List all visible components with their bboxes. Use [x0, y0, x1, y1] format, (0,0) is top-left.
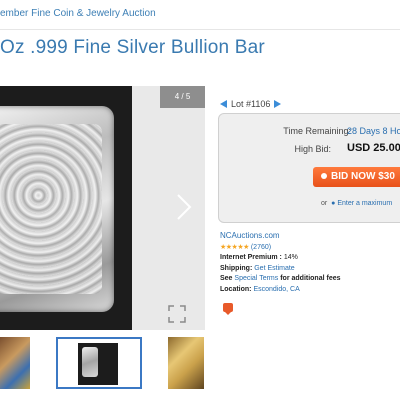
shipping-label: Shipping:	[220, 264, 253, 272]
max-bid-row: or ● Enter a maximum	[321, 200, 392, 207]
expand-icon[interactable]	[168, 305, 186, 323]
silver-bar-image	[0, 106, 114, 312]
max-bid-link[interactable]: ● Enter a maximum	[331, 200, 392, 207]
time-remaining-label: Time Remaining:	[283, 126, 351, 136]
bid-now-label: BID NOW $30	[331, 171, 395, 182]
seller-info: NCAuctions.com ★★★★★ (2760) Internet Pre…	[220, 231, 400, 295]
bar-engraving	[0, 124, 102, 294]
shipping-estimate-link[interactable]: Get Estimate	[254, 265, 294, 272]
fees-prefix: See	[220, 275, 233, 282]
nav-right-icon[interactable]	[274, 100, 282, 108]
rating-stars: ★★★★★	[220, 243, 249, 251]
premium-value: 14%	[283, 254, 298, 261]
premium-label: Internet Premium :	[220, 254, 282, 261]
max-bid-link-label: Enter a maximum	[337, 200, 393, 207]
fees-suffix: for additional fees	[280, 275, 341, 282]
next-image-icon[interactable]	[175, 193, 193, 221]
thumbnail-bar	[82, 347, 98, 377]
image-backdrop	[0, 86, 132, 330]
special-terms-link[interactable]: Special Terms	[234, 275, 278, 282]
image-counter: 4 / 5	[160, 86, 205, 108]
bid-panel: Time Remaining: 28 Days 8 Ho High Bid: U…	[218, 113, 400, 223]
high-bid-label: High Bid:	[294, 144, 331, 154]
nav-left-icon[interactable]	[220, 100, 227, 108]
high-bid-value: USD 25.00	[347, 142, 400, 154]
bid-now-button[interactable]: BID NOW $30	[313, 167, 400, 187]
time-remaining-value: 28 Days 8 Ho	[347, 126, 400, 136]
or-text: or	[321, 200, 328, 207]
breadcrumb[interactable]: ember Fine Coin & Jewelry Auction	[0, 8, 156, 19]
message-icon[interactable]	[223, 303, 233, 315]
lot-number: Lot #1106	[231, 99, 271, 109]
thumbnail[interactable]	[168, 337, 204, 389]
header-divider	[0, 29, 400, 30]
seller-name[interactable]: NCAuctions.com	[220, 231, 280, 240]
page-title: Oz .999 Fine Silver Bullion Bar	[0, 37, 265, 58]
thumbnail-selected[interactable]	[56, 337, 142, 389]
thumbnail-strip	[0, 335, 210, 395]
rating-count[interactable]: (2760)	[251, 244, 271, 251]
thumbnail[interactable]	[0, 337, 30, 389]
location-label: Location:	[220, 285, 252, 293]
location-value: Escondido, CA	[253, 285, 300, 293]
bid-dot-icon	[321, 173, 327, 179]
lot-navigation: Lot #1106	[220, 98, 400, 110]
